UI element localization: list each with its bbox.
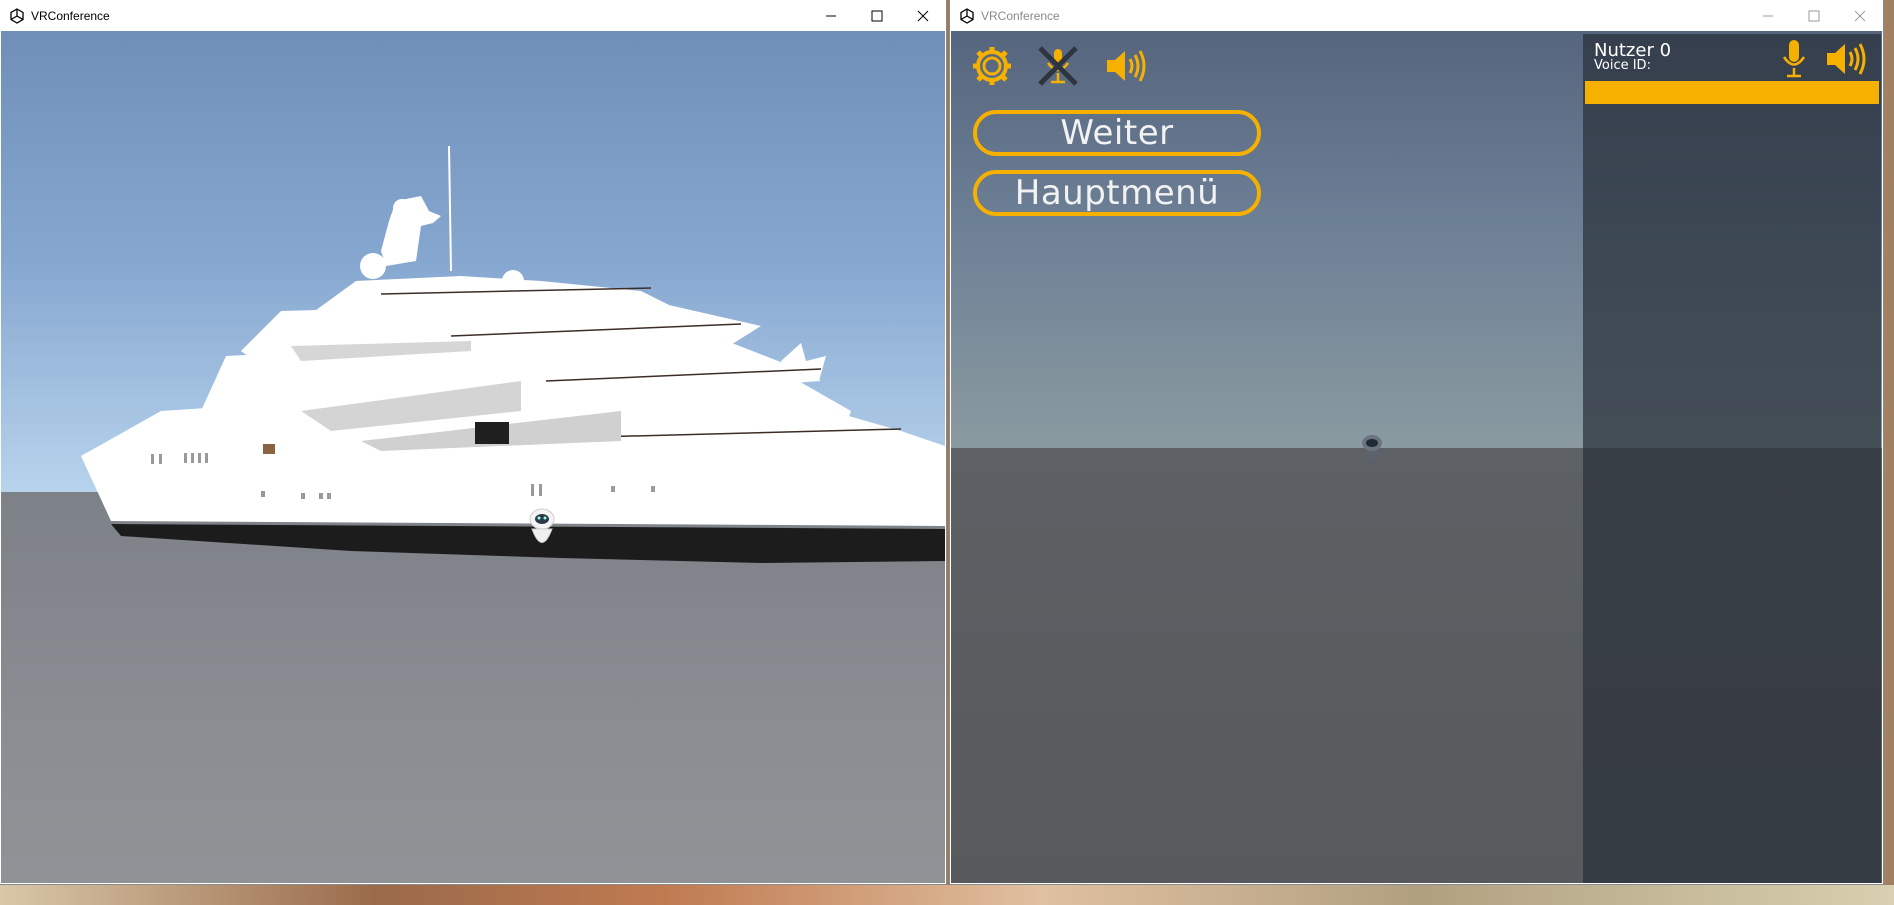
minimize-icon (826, 15, 836, 16)
unity-app-icon (10, 7, 24, 24)
user-list-panel: Nutzer 0 Voice ID: (1583, 34, 1881, 883)
gear-icon[interactable] (971, 45, 1013, 87)
title-bar[interactable]: VRConference (0, 0, 946, 31)
robot-avatar (1362, 435, 1382, 462)
title-bar[interactable]: VRConference (950, 0, 1883, 31)
close-button[interactable] (1837, 0, 1883, 31)
mic-icon[interactable] (1781, 40, 1807, 78)
minimize-button[interactable] (808, 0, 854, 31)
desktop-background (0, 885, 1894, 905)
minimize-button[interactable] (1745, 0, 1791, 31)
maximize-button[interactable] (854, 0, 900, 31)
close-icon (917, 10, 929, 21)
voice-level-bar (1585, 81, 1879, 104)
game-viewport-right[interactable]: Weiter Hauptmenü Nutzer 0 Voice ID: (951, 31, 1882, 883)
minimize-icon (1763, 15, 1773, 16)
maximize-icon (871, 10, 883, 21)
window-title: VRConference (981, 8, 1060, 23)
vrconference-window-left[interactable]: VRConference (0, 0, 946, 884)
maximize-icon (1808, 10, 1820, 21)
voice-id-label: Voice ID: (1594, 58, 1651, 73)
close-button[interactable] (900, 0, 946, 31)
vrconference-window-right[interactable]: VRConference Weiter Hauptmenü Nutzer 0 V… (950, 0, 1883, 884)
muted-mic-icon[interactable] (1037, 45, 1079, 87)
unity-app-icon (960, 7, 974, 24)
window-title: VRConference (31, 8, 110, 23)
maximize-button[interactable] (1791, 0, 1837, 31)
continue-button[interactable]: Weiter (973, 110, 1261, 156)
game-viewport-left[interactable] (1, 31, 945, 883)
close-icon (1854, 10, 1866, 21)
speaker-icon[interactable] (1825, 42, 1869, 76)
yacht-model (81, 145, 945, 563)
main-menu-button[interactable]: Hauptmenü (973, 170, 1261, 216)
speaker-icon[interactable] (1104, 45, 1146, 87)
